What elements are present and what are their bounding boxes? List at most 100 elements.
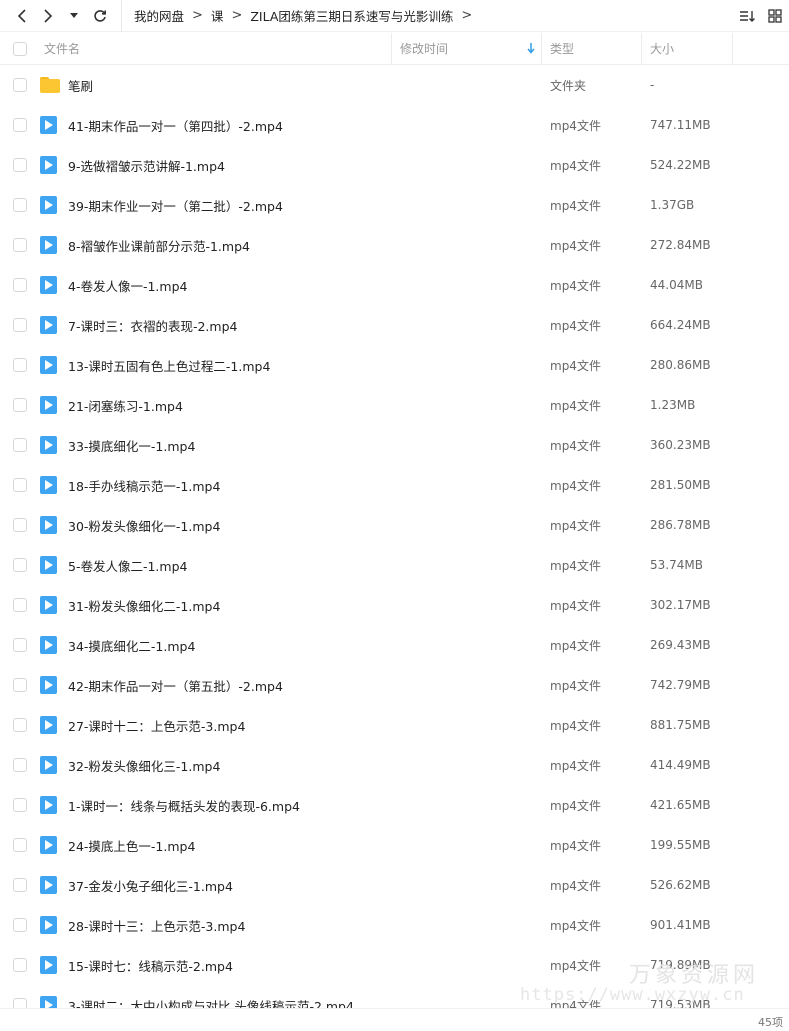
file-name[interactable]: 24-摸底上色一-1.mp4 [68, 836, 550, 855]
row-checkbox[interactable] [13, 438, 27, 452]
grid-view-button[interactable] [761, 0, 789, 32]
file-name[interactable]: 37-金发小兔子细化三-1.mp4 [68, 876, 550, 895]
file-row[interactable]: 31-粉发头像细化二-1.mp4 mp4文件 302.17MB [0, 585, 789, 625]
file-row[interactable]: 37-金发小兔子细化三-1.mp4 mp4文件 526.62MB [0, 865, 789, 905]
file-name[interactable]: 13-课时五固有色上色过程二-1.mp4 [68, 356, 550, 375]
row-checkbox[interactable] [13, 358, 27, 372]
video-file-icon [40, 396, 57, 414]
column-header-type[interactable]: 类型 [542, 32, 642, 65]
file-name[interactable]: 31-粉发头像细化二-1.mp4 [68, 596, 550, 615]
row-checkbox[interactable] [13, 798, 27, 812]
file-icon-cell [40, 716, 68, 734]
column-header-name[interactable]: 文件名 [40, 32, 392, 65]
file-row[interactable]: 13-课时五固有色上色过程二-1.mp4 mp4文件 280.86MB [0, 345, 789, 385]
file-row[interactable]: 30-粉发头像细化一-1.mp4 mp4文件 286.78MB [0, 505, 789, 545]
watermark-url: https://www.wxzyw.cn [520, 985, 745, 1005]
sort-order-button[interactable] [733, 0, 761, 32]
row-checkbox[interactable] [13, 478, 27, 492]
file-name[interactable]: 32-粉发头像细化三-1.mp4 [68, 756, 550, 775]
row-checkbox-cell [0, 318, 40, 332]
file-row[interactable]: 24-摸底上色一-1.mp4 mp4文件 199.55MB [0, 825, 789, 865]
row-checkbox[interactable] [13, 518, 27, 532]
file-name[interactable]: 28-课时十三：上色示范-3.mp4 [68, 916, 550, 935]
file-row[interactable]: 笔刷 文件夹 - [0, 65, 789, 105]
column-header-size[interactable]: 大小 [642, 32, 733, 65]
file-name[interactable]: 42-期末作品一对一（第五批）-2.mp4 [68, 676, 550, 695]
breadcrumb-item[interactable]: 课 [211, 6, 224, 25]
row-checkbox[interactable] [13, 598, 27, 612]
back-button[interactable] [9, 0, 35, 32]
file-row[interactable]: 28-课时十三：上色示范-3.mp4 mp4文件 901.41MB [0, 905, 789, 945]
file-name[interactable]: 7-课时三：衣褶的表现-2.mp4 [68, 316, 550, 335]
file-row[interactable]: 8-褶皱作业课前部分示范-1.mp4 mp4文件 272.84MB [0, 225, 789, 265]
sort-list-icon [740, 11, 755, 22]
file-name[interactable]: 34-摸底细化二-1.mp4 [68, 636, 550, 655]
row-checkbox[interactable] [13, 958, 27, 972]
file-type: mp4文件 [550, 238, 601, 253]
file-name[interactable]: 27-课时十二：上色示范-3.mp4 [68, 716, 550, 735]
file-row[interactable]: 4-卷发人像一-1.mp4 mp4文件 44.04MB [0, 265, 789, 305]
row-checkbox[interactable] [13, 758, 27, 772]
row-checkbox[interactable] [13, 678, 27, 692]
file-name[interactable]: 9-选做褶皱示范讲解-1.mp4 [68, 156, 550, 175]
row-checkbox[interactable] [13, 118, 27, 132]
file-row[interactable]: 32-粉发头像细化三-1.mp4 mp4文件 414.49MB [0, 745, 789, 785]
file-icon-cell [40, 116, 68, 134]
video-file-icon [40, 676, 57, 694]
row-checkbox[interactable] [13, 318, 27, 332]
file-row[interactable]: 18-手办线稿示范一-1.mp4 mp4文件 281.50MB [0, 465, 789, 505]
file-size: 44.04MB [650, 278, 703, 292]
sort-descending-arrow-icon [527, 42, 535, 54]
row-checkbox[interactable] [13, 278, 27, 292]
file-name[interactable]: 1-课时一：线条与概括头发的表现-6.mp4 [68, 796, 550, 815]
file-list-header: 文件名 修改时间 类型 大小 [0, 32, 789, 65]
file-row[interactable]: 27-课时十二：上色示范-3.mp4 mp4文件 881.75MB [0, 705, 789, 745]
file-row[interactable]: 42-期末作品一对一（第五批）-2.mp4 mp4文件 742.79MB [0, 665, 789, 705]
video-file-icon [40, 596, 57, 614]
file-name[interactable]: 笔刷 [68, 76, 550, 95]
breadcrumb: 我的网盘 > 课 > ZILA团练第三期日系速写与光影训练 > [121, 0, 480, 32]
file-name[interactable]: 33-摸底细化一-1.mp4 [68, 436, 550, 455]
file-name[interactable]: 30-粉发头像细化一-1.mp4 [68, 516, 550, 535]
row-checkbox[interactable] [13, 238, 27, 252]
row-checkbox[interactable] [13, 198, 27, 212]
file-row[interactable]: 33-摸底细化一-1.mp4 mp4文件 360.23MB [0, 425, 789, 465]
file-name[interactable]: 5-卷发人像二-1.mp4 [68, 556, 550, 575]
file-name[interactable]: 21-闭塞练习-1.mp4 [68, 396, 550, 415]
row-checkbox[interactable] [13, 918, 27, 932]
file-row[interactable]: 34-摸底细化二-1.mp4 mp4文件 269.43MB [0, 625, 789, 665]
file-size: 360.23MB [650, 438, 711, 452]
breadcrumb-separator-icon: > [231, 8, 243, 23]
file-row[interactable]: 5-卷发人像二-1.mp4 mp4文件 53.74MB [0, 545, 789, 585]
file-name[interactable]: 39-期末作业一对一（第二批）-2.mp4 [68, 196, 550, 215]
file-row[interactable]: 1-课时一：线条与概括头发的表现-6.mp4 mp4文件 421.65MB [0, 785, 789, 825]
file-type: mp4文件 [550, 318, 601, 333]
video-file-icon [40, 876, 57, 894]
file-name[interactable]: 8-褶皱作业课前部分示范-1.mp4 [68, 236, 550, 255]
row-checkbox[interactable] [13, 158, 27, 172]
row-checkbox[interactable] [13, 638, 27, 652]
file-row[interactable]: 41-期末作品一对一（第四批）-2.mp4 mp4文件 747.11MB [0, 105, 789, 145]
file-name[interactable]: 18-手办线稿示范一-1.mp4 [68, 476, 550, 495]
file-row[interactable]: 9-选做褶皱示范讲解-1.mp4 mp4文件 524.22MB [0, 145, 789, 185]
file-name[interactable]: 4-卷发人像一-1.mp4 [68, 276, 550, 295]
row-checkbox[interactable] [13, 78, 27, 92]
row-checkbox[interactable] [13, 878, 27, 892]
select-all-checkbox[interactable] [13, 41, 27, 56]
breadcrumb-item[interactable]: ZILA团练第三期日系速写与光影训练 [250, 6, 453, 25]
column-header-modified[interactable]: 修改时间 [392, 32, 542, 65]
row-checkbox[interactable] [13, 838, 27, 852]
row-checkbox[interactable] [13, 718, 27, 732]
file-row[interactable]: 39-期末作业一对一（第二批）-2.mp4 mp4文件 1.37GB [0, 185, 789, 225]
file-name[interactable]: 41-期末作品一对一（第四批）-2.mp4 [68, 116, 550, 135]
file-type: mp4文件 [550, 278, 601, 293]
refresh-button[interactable] [87, 0, 113, 32]
history-dropdown-button[interactable] [61, 0, 87, 32]
forward-button[interactable] [35, 0, 61, 32]
row-checkbox[interactable] [13, 398, 27, 412]
row-checkbox[interactable] [13, 558, 27, 572]
file-row[interactable]: 7-课时三：衣褶的表现-2.mp4 mp4文件 664.24MB [0, 305, 789, 345]
file-name[interactable]: 15-课时七：线稿示范-2.mp4 [68, 956, 550, 975]
file-row[interactable]: 21-闭塞练习-1.mp4 mp4文件 1.23MB [0, 385, 789, 425]
breadcrumb-item[interactable]: 我的网盘 [134, 6, 184, 25]
